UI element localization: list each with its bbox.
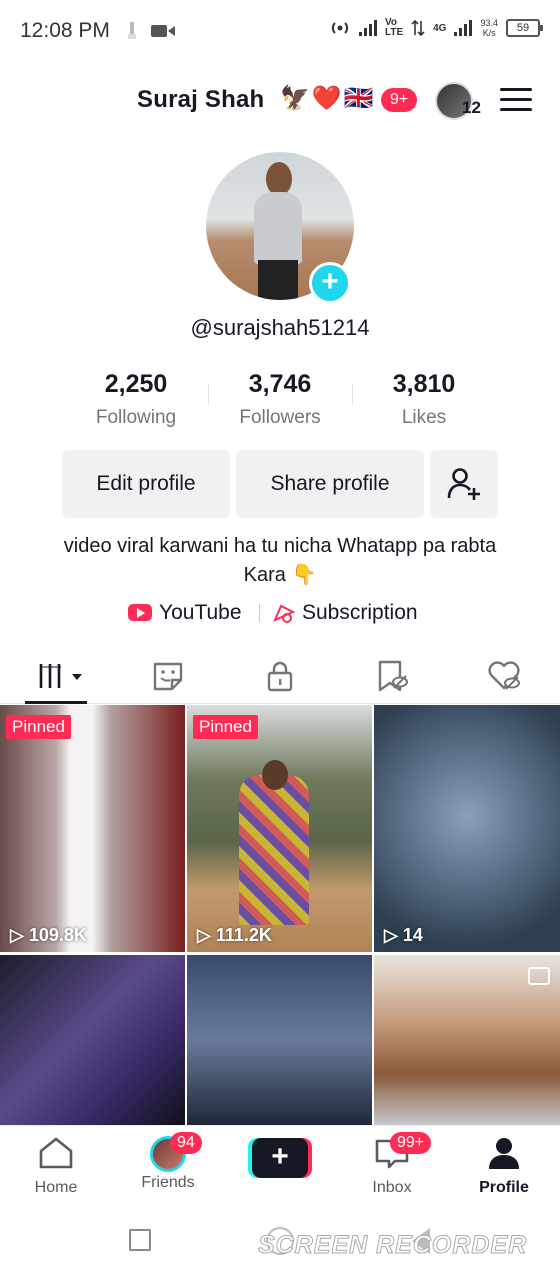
stat-likes[interactable]: 3,810 Likes [349,370,499,429]
name-emojis: 🦅❤️🇬🇧 [280,85,376,112]
stat-followers-value: 3,746 [248,370,312,398]
profile-bio: video viral karwani ha tu nicha Whatapp … [63,535,497,586]
video-thumbnail[interactable]: ▷ 14 [374,705,560,952]
account-switcher-count: 12 [462,98,481,117]
view-count-value: 111.2K [215,925,272,945]
hotspot-icon [331,22,349,34]
edit-profile-button[interactable]: Edit profile [62,450,230,518]
status-notification-icons [126,20,176,42]
profile-person-icon [489,1138,519,1169]
view-count: ▷ 109.8K [10,925,87,945]
tab-private[interactable] [262,658,302,694]
battery-icon: 59 [506,19,543,37]
screen-recorder-watermark: SCREEN RECORDER [257,1231,528,1260]
nav-home[interactable]: Home [6,1136,106,1197]
signal-icon-2 [454,20,473,36]
hamburger-menu-icon[interactable] [500,88,532,112]
bottom-navigation: Home Friends 94 + Inbox 99+ Profile [0,1125,560,1205]
video-recorder-icon [151,25,175,37]
share-profile-button[interactable]: Share profile [236,450,424,518]
usb-icon [128,22,136,39]
nav-friends-label: Friends [141,1174,195,1191]
youtube-icon [128,604,152,621]
lock-icon [267,661,293,692]
link-divider [259,604,260,622]
stat-followers-label: Followers [239,407,321,428]
heart-hidden-icon [488,661,520,690]
view-count: ▷ 111.2K [197,925,272,945]
stat-following-value: 2,250 [104,370,168,398]
home-icon [39,1137,73,1169]
friends-badge: 94 [170,1132,202,1154]
system-navigation-bar: SCREEN RECORDER [0,1205,560,1280]
photo-thumbnail[interactable] [374,955,560,1125]
status-right-icons: Vo LTE 4G 93.4 K/s 59 [329,17,543,38]
data-arrows-icon [411,19,425,37]
photo-icon [528,967,550,985]
sticker-icon [153,662,183,691]
notification-badge[interactable]: 9+ [381,88,418,112]
pinned-badge: Pinned [6,715,71,739]
tab-videos[interactable] [38,658,88,694]
video-thumbnail[interactable] [0,955,185,1125]
status-bar: 12:08 PM Vo LTE 4G 93.4 K/s 59 [0,0,560,62]
nav-friends[interactable]: Friends [118,1136,218,1192]
subscription-icon [273,604,296,623]
view-count: ▷ 14 [384,925,423,945]
profile-links: YouTube Subscription [0,598,560,628]
video-thumbnail[interactable] [187,955,372,1125]
profile-display-name: Suraj Shah [137,86,265,113]
status-time: 12:08 PM [20,19,110,42]
signal-icon [358,20,377,36]
stat-likes-value: 3,810 [392,370,456,398]
add-user-icon [447,468,480,500]
nav-profile[interactable]: Profile [454,1136,554,1197]
profile-header: Suraj Shah 🦅❤️🇬🇧 9+ 12 [0,78,560,124]
nav-home-label: Home [34,1179,78,1196]
videos-grid-icon [39,664,82,688]
volte-label: Vo LTE [384,17,404,38]
content-tabs [0,648,560,704]
add-story-plus-icon[interactable]: + [309,262,351,304]
stat-following-label: Following [95,407,177,428]
plus-icon: + [252,1138,308,1178]
tab-favorites[interactable] [374,658,414,694]
stat-followers[interactable]: 3,746 Followers [205,370,355,429]
stat-following[interactable]: 2,250 Following [61,370,211,429]
pinned-badge: Pinned [193,715,258,739]
profile-username: @surajshah51214 [190,315,370,340]
youtube-link[interactable]: YouTube [159,601,242,625]
video-thumbnail[interactable]: Pinned ▷ 109.8K [0,705,185,952]
network-4g-label: 4G [433,22,447,34]
network-speed: 93.4 K/s [480,18,498,38]
subscription-link[interactable]: Subscription [302,601,418,625]
view-count-value: 14 [402,925,423,945]
stat-likes-label: Likes [401,407,447,428]
bookmark-hidden-icon [378,660,408,692]
add-friends-button[interactable] [430,450,498,518]
tab-stickers[interactable] [150,658,190,694]
inbox-badge: 99+ [390,1132,432,1154]
profile-stats: 2,250 Following 3,746 Followers 3,810 Li… [0,370,560,436]
nav-profile-label: Profile [479,1179,529,1196]
create-button[interactable]: + [248,1138,312,1178]
view-count-value: 109.8K [28,925,87,945]
video-thumbnail[interactable]: Pinned ▷ 111.2K [187,705,372,952]
tab-liked[interactable] [486,658,526,694]
tab-active-indicator [25,701,87,704]
recent-apps-icon[interactable] [129,1229,151,1251]
video-grid: Pinned ▷ 109.8K Pinned ▷ 111.2K ▷ 14 [0,705,560,1125]
nav-inbox-label: Inbox [372,1179,412,1196]
